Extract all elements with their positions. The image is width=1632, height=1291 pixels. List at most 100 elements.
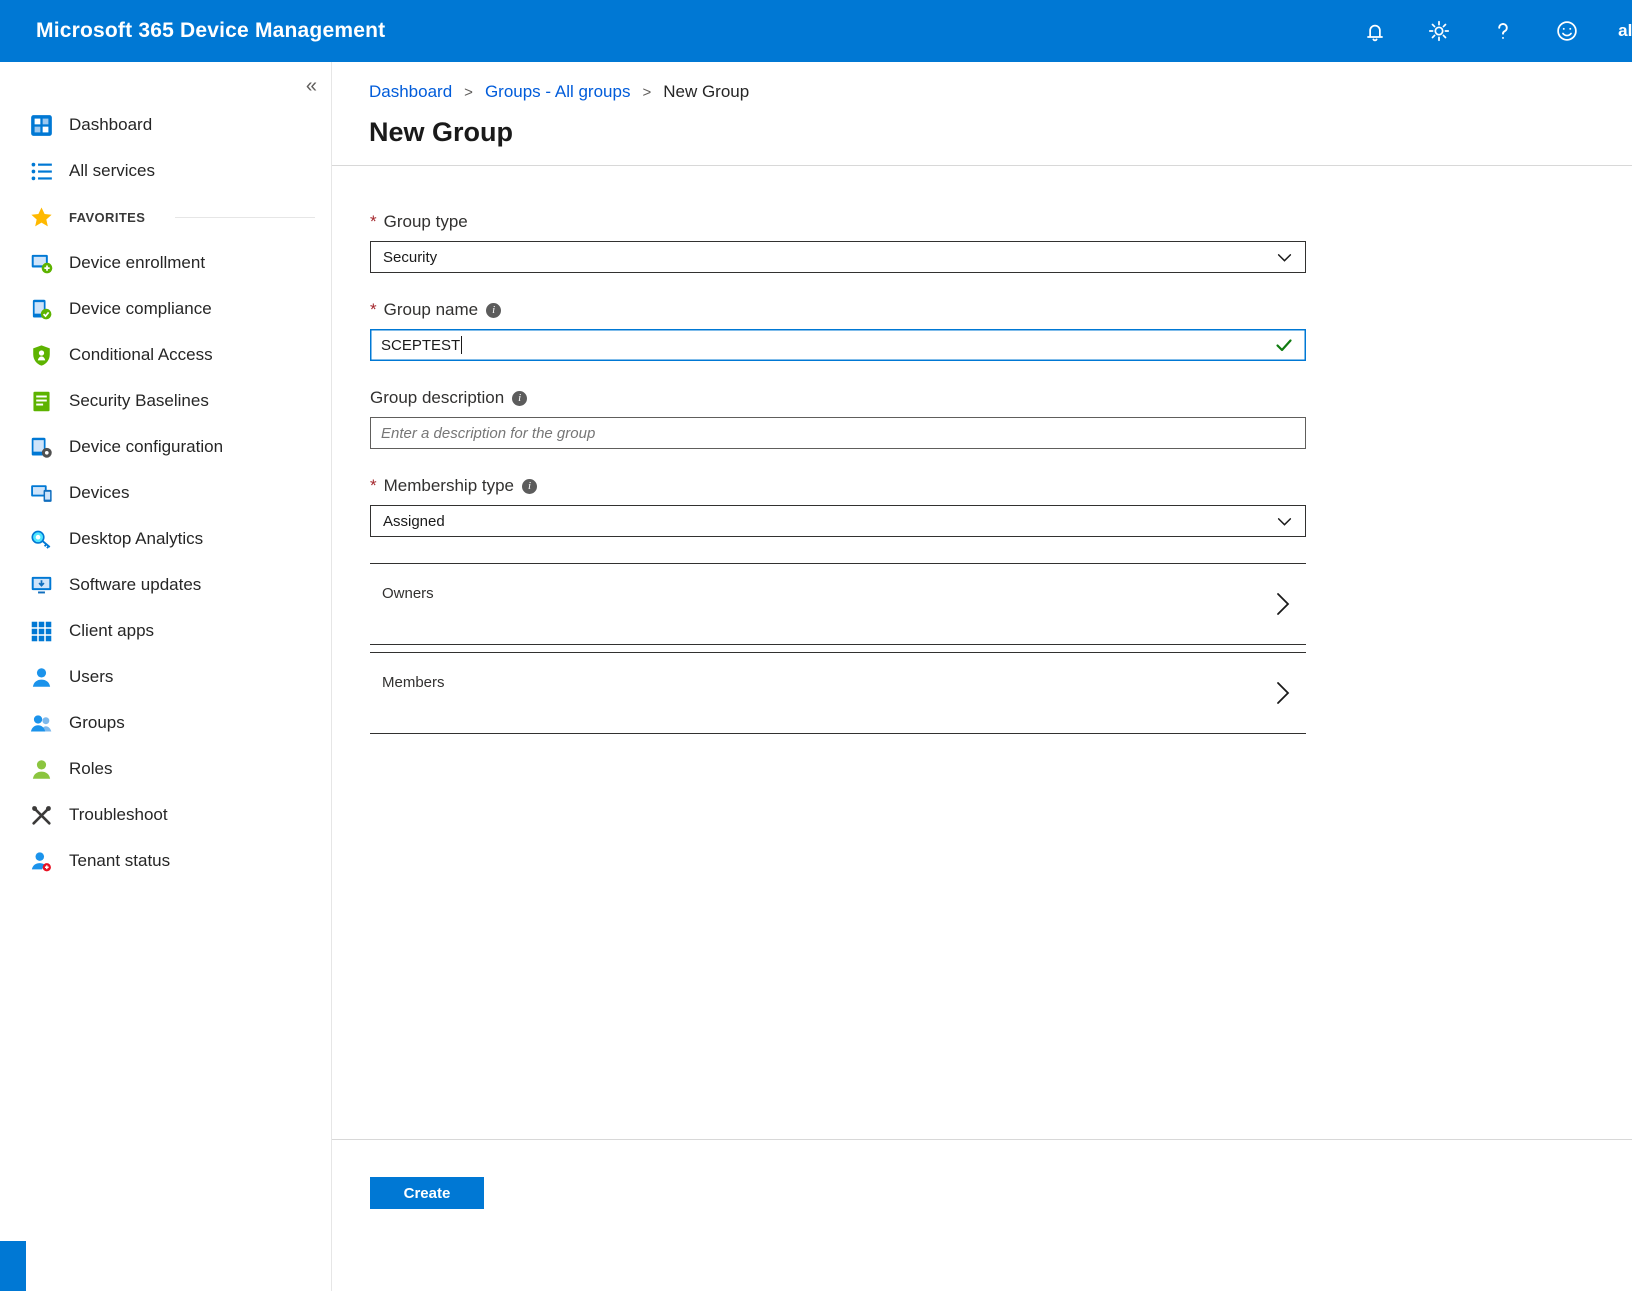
top-bar-actions: alf [1362, 18, 1632, 44]
sidebar-item-tenant-status[interactable]: Tenant status [0, 838, 331, 884]
conditional-access-icon [30, 344, 53, 367]
sidebar-item-label: Devices [69, 483, 129, 503]
new-group-form: * Group type Security * Group name [370, 212, 1306, 734]
group-type-value: Security [383, 249, 437, 266]
chevron-down-icon [1276, 513, 1293, 530]
valid-check-icon [1275, 336, 1293, 354]
sidebar-item-label: Security Baselines [69, 391, 209, 411]
group-name-label: Group name [384, 300, 479, 320]
sidebar-item-label: Software updates [69, 575, 201, 595]
info-icon[interactable] [512, 391, 527, 406]
sidebar-nav: Dashboard All services FAVORITES Device enr… [0, 62, 331, 884]
sidebar-item-desktop-analytics[interactable]: Desktop Analytics [0, 516, 331, 562]
membership-type-field: * Membership type Assigned [370, 476, 1306, 537]
sidebar-item-groups[interactable]: Groups [0, 700, 331, 746]
users-icon [30, 666, 53, 689]
sidebar-item-label: FAVORITES [69, 210, 145, 225]
device-enrollment-icon [30, 252, 53, 275]
sidebar: « Dashboard All services FAVORITES Device e… [0, 62, 332, 1291]
owners-label: Owners [382, 564, 434, 602]
sidebar-section-favorites: FAVORITES [0, 194, 331, 240]
owners-row[interactable]: Owners [370, 563, 1306, 645]
info-icon[interactable] [522, 479, 537, 494]
sidebar-item-security-baselines[interactable]: Security Baselines [0, 378, 331, 424]
group-type-field: * Group type Security [370, 212, 1306, 273]
breadcrumb-separator-icon: > [642, 84, 651, 101]
user-name[interactable]: alf [1618, 21, 1632, 41]
security-baselines-icon [30, 390, 53, 413]
sidebar-item-dashboard[interactable]: Dashboard [0, 102, 331, 148]
sidebar-item-label: Users [69, 667, 113, 687]
gear-icon[interactable] [1426, 18, 1452, 44]
required-marker: * [370, 476, 377, 496]
sidebar-item-troubleshoot[interactable]: Troubleshoot [0, 792, 331, 838]
title-divider [332, 165, 1632, 166]
desktop-analytics-icon [30, 528, 53, 551]
top-bar: Microsoft 365 Device Management [0, 0, 1632, 62]
help-icon[interactable] [1490, 18, 1516, 44]
groups-icon [30, 712, 53, 735]
membership-type-value: Assigned [383, 513, 445, 530]
breadcrumb: Dashboard>Groups - All groups>New Group [369, 82, 1632, 102]
sidebar-item-label: All services [69, 161, 155, 181]
group-description-input[interactable]: Enter a description for the group [370, 417, 1306, 449]
group-type-label: Group type [384, 212, 468, 232]
sidebar-item-label: Dashboard [69, 115, 152, 135]
devices-icon [30, 482, 53, 505]
required-marker: * [370, 212, 377, 232]
text-caret [461, 336, 462, 354]
sidebar-item-label: Groups [69, 713, 125, 733]
create-button[interactable]: Create [370, 1177, 484, 1209]
sidebar-item-label: Device configuration [69, 437, 223, 457]
section-divider [175, 217, 315, 218]
breadcrumb-groups-all-groups[interactable]: Groups - All groups [485, 82, 631, 102]
sidebar-item-label: Tenant status [69, 851, 170, 871]
sidebar-item-all-services[interactable]: All services [0, 148, 331, 194]
bottom-left-strip [0, 1241, 26, 1291]
main-content: Dashboard>Groups - All groups>New Group … [332, 62, 1632, 1291]
membership-type-select[interactable]: Assigned [370, 505, 1306, 537]
sidebar-item-label: Conditional Access [69, 345, 213, 365]
tenant-status-icon [30, 850, 53, 873]
sidebar-item-label: Device enrollment [69, 253, 205, 273]
sidebar-item-device-compliance[interactable]: Device compliance [0, 286, 331, 332]
group-type-label-row: * Group type [370, 212, 1306, 232]
sidebar-item-device-enrollment[interactable]: Device enrollment [0, 240, 331, 286]
breadcrumb-dashboard[interactable]: Dashboard [369, 82, 452, 102]
group-description-label-row: Group description [370, 388, 1306, 408]
group-name-label-row: * Group name [370, 300, 1306, 320]
sidebar-item-client-apps[interactable]: Client apps [0, 608, 331, 654]
group-type-select[interactable]: Security [370, 241, 1306, 273]
breadcrumb-new-group: New Group [663, 82, 749, 102]
sidebar-item-device-configuration[interactable]: Device configuration [0, 424, 331, 470]
troubleshoot-icon [30, 804, 53, 827]
client-apps-icon [30, 620, 53, 643]
software-updates-icon [30, 574, 53, 597]
page-title: New Group [369, 117, 1632, 148]
group-description-field: Group description Enter a description fo… [370, 388, 1306, 449]
sidebar-item-label: Roles [69, 759, 112, 779]
sidebar-item-label: Desktop Analytics [69, 529, 203, 549]
bell-icon[interactable] [1362, 18, 1388, 44]
layout: « Dashboard All services FAVORITES Device e… [0, 62, 1632, 1291]
required-marker: * [370, 300, 377, 320]
chevron-down-icon [1276, 249, 1293, 266]
info-icon[interactable] [486, 303, 501, 318]
sidebar-item-roles[interactable]: Roles [0, 746, 331, 792]
sidebar-collapse-button[interactable]: « [306, 76, 317, 96]
sidebar-item-devices[interactable]: Devices [0, 470, 331, 516]
members-label: Members [382, 653, 445, 691]
sidebar-item-label: Client apps [69, 621, 154, 641]
group-name-input[interactable]: SCEPTEST [370, 329, 1306, 361]
smiley-icon[interactable] [1554, 18, 1580, 44]
group-description-placeholder: Enter a description for the group [381, 425, 595, 442]
membership-type-label: Membership type [384, 476, 514, 496]
device-configuration-icon [30, 436, 53, 459]
sidebar-item-software-updates[interactable]: Software updates [0, 562, 331, 608]
membership-type-label-row: * Membership type [370, 476, 1306, 496]
sidebar-item-conditional-access[interactable]: Conditional Access [0, 332, 331, 378]
sidebar-item-users[interactable]: Users [0, 654, 331, 700]
star-icon [30, 206, 53, 229]
chevron-right-icon [1274, 590, 1292, 618]
members-row[interactable]: Members [370, 652, 1306, 734]
